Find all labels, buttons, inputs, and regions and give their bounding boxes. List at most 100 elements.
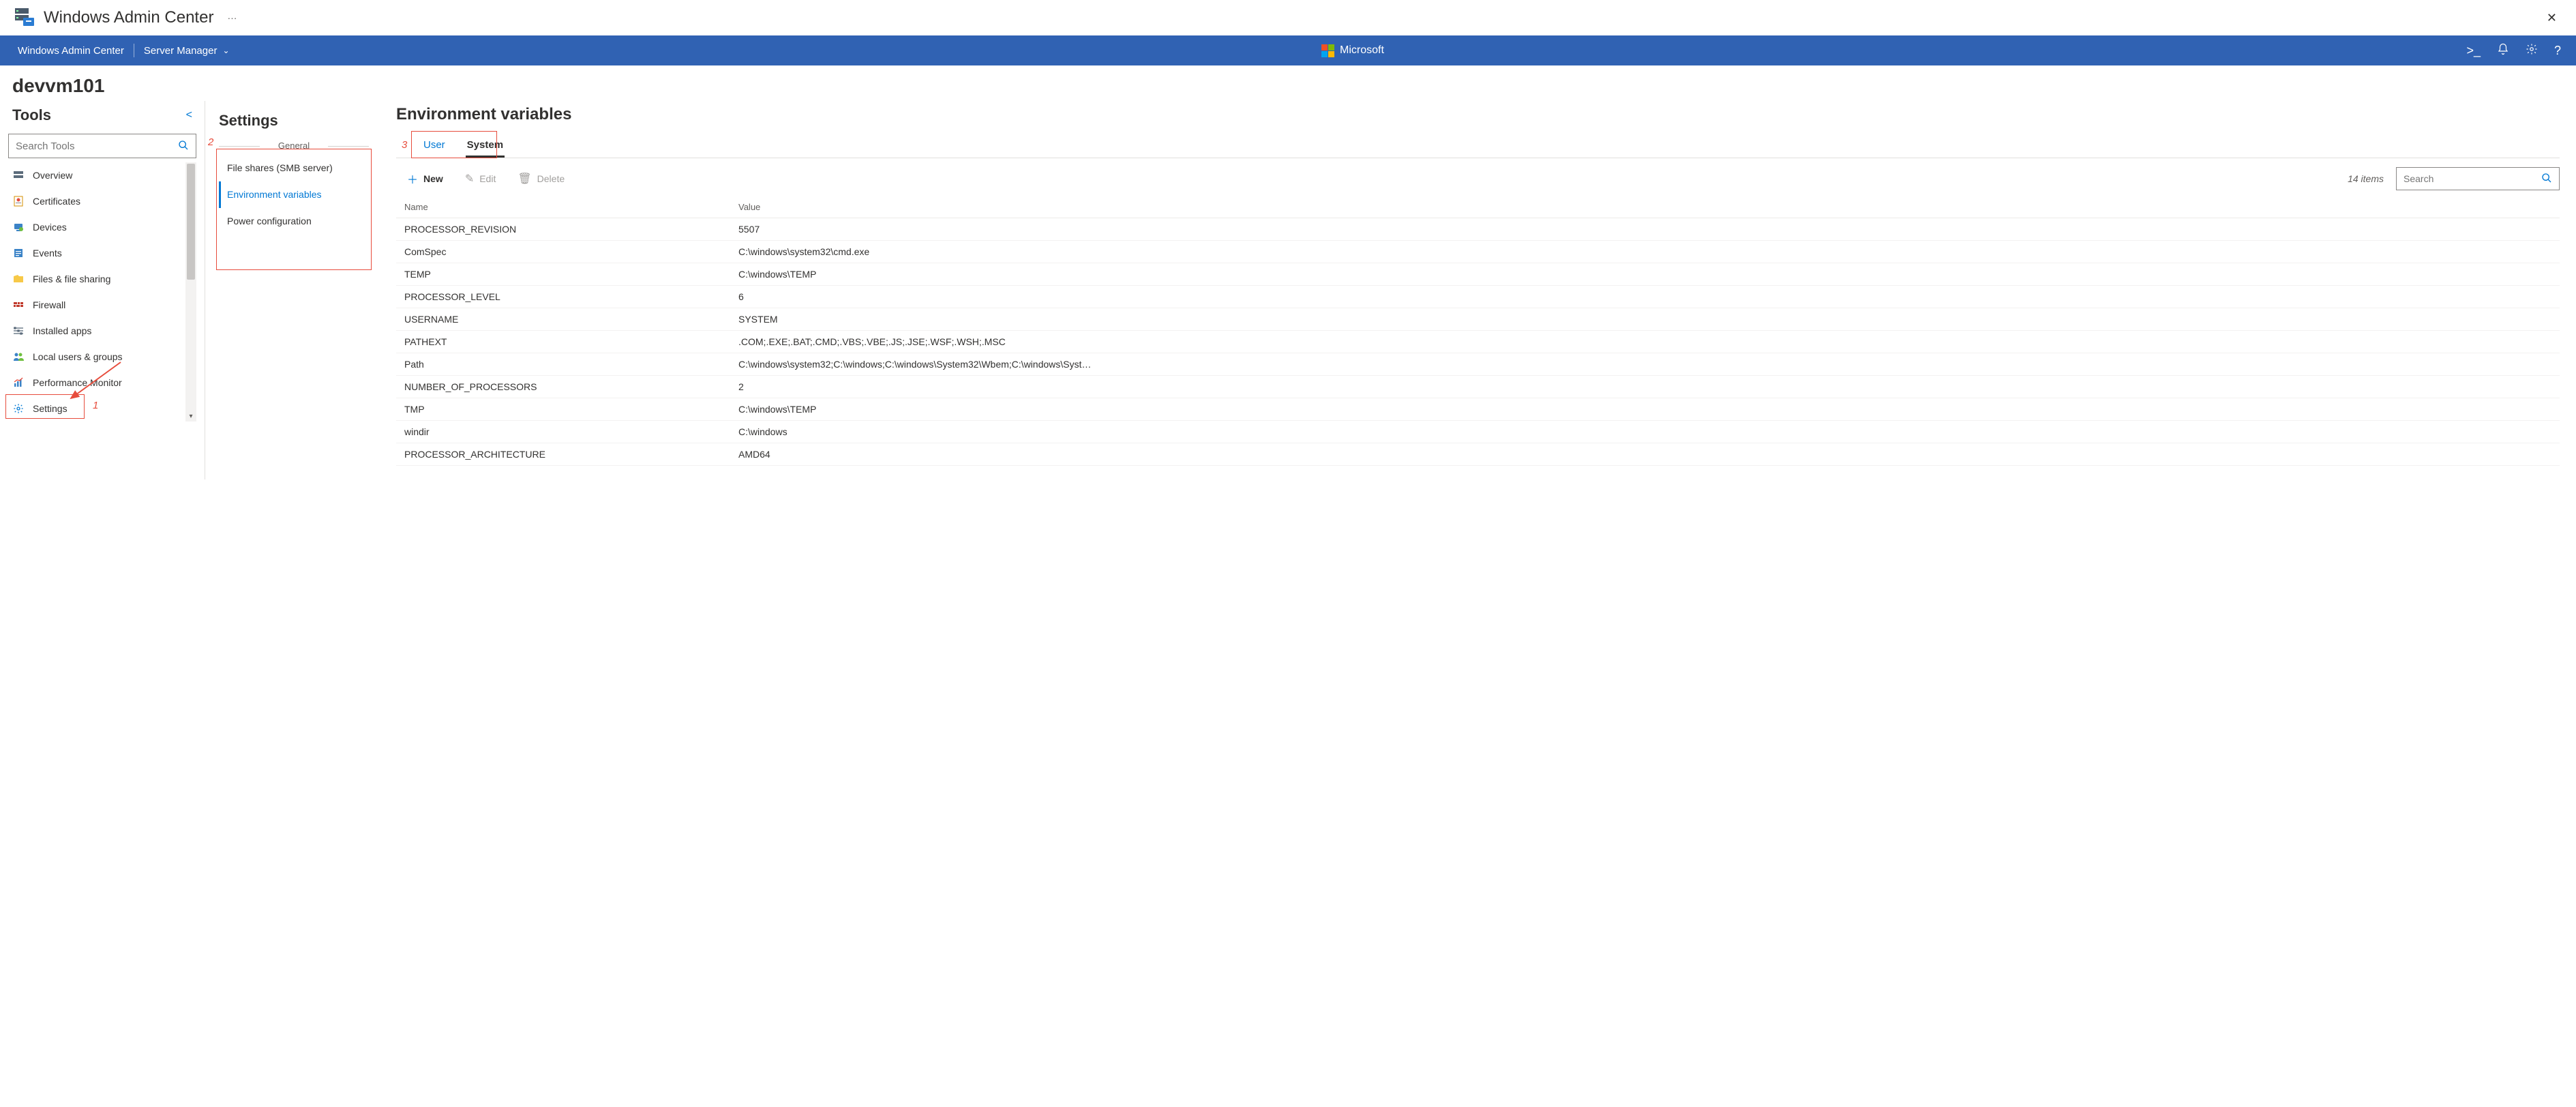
tool-certificates[interactable]: Certificates	[8, 188, 183, 214]
search-icon	[2541, 173, 2552, 186]
scrollbar-thumb[interactable]	[187, 164, 195, 280]
ms-squares-icon	[1321, 44, 1334, 57]
nav-context-label: Server Manager	[144, 45, 218, 57]
settings-item-file-shares-smb-server-[interactable]: File shares (SMB server)	[219, 155, 369, 181]
table-row[interactable]: PROCESSOR_REVISION5507	[396, 218, 2560, 241]
edit-button: ✎ Edit	[454, 168, 507, 190]
table-row[interactable]: TMPC:\windows\TEMP	[396, 398, 2560, 421]
tools-heading: Tools	[12, 106, 51, 124]
settings-group-label: General	[219, 141, 369, 151]
settings-item-environment-variables[interactable]: Environment variables	[219, 181, 369, 208]
settings-gear-icon[interactable]	[2526, 43, 2538, 59]
col-name[interactable]: Name	[396, 196, 730, 218]
page-title: Environment variables	[396, 102, 2560, 134]
apps-icon	[12, 325, 25, 337]
tool-label: Certificates	[33, 196, 80, 207]
firewall-icon	[12, 299, 25, 311]
cell-value: .COM;.EXE;.BAT;.CMD;.VBS;.VBE;.JS;.JSE;.…	[730, 331, 2560, 353]
callout-1: 1	[93, 400, 98, 411]
tool-firewall[interactable]: Firewall	[8, 292, 183, 318]
cell-name: PROCESSOR_REVISION	[396, 218, 730, 241]
nav-home-label: Windows Admin Center	[18, 45, 124, 57]
tab-strip: 3 User System	[396, 134, 2560, 158]
microsoft-logo[interactable]: Microsoft	[1321, 44, 1384, 57]
table-row[interactable]: PROCESSOR_ARCHITECTUREAMD64	[396, 443, 2560, 466]
search-icon	[178, 140, 189, 153]
chevron-down-icon: ⌄	[222, 46, 229, 55]
tool-overview[interactable]: Overview	[8, 162, 183, 188]
nav-home[interactable]: Windows Admin Center	[8, 35, 134, 65]
cell-name: PATHEXT	[396, 331, 730, 353]
table-row[interactable]: TEMPC:\windows\TEMP	[396, 263, 2560, 286]
cell-value: C:\windows	[730, 421, 2560, 443]
col-value[interactable]: Value	[730, 196, 2560, 218]
help-icon[interactable]: ?	[2554, 44, 2561, 58]
tool-label: Firewall	[33, 299, 65, 310]
delete-label: Delete	[537, 173, 565, 184]
tool-events[interactable]: Events	[8, 240, 183, 266]
tool-performance-monitor[interactable]: Performance Monitor	[8, 370, 183, 396]
chart-icon	[12, 377, 25, 389]
tool-label: Performance Monitor	[33, 377, 122, 388]
titlebar: Windows Admin Center ··· ✕	[0, 0, 2576, 35]
close-icon[interactable]: ✕	[2541, 5, 2562, 31]
cell-value: 5507	[730, 218, 2560, 241]
cell-name: TMP	[396, 398, 730, 421]
folder-icon	[12, 273, 25, 285]
cell-name: Path	[396, 353, 730, 376]
overview-icon	[12, 169, 25, 181]
tools-scrollbar[interactable]: ▾	[185, 162, 196, 422]
scroll-down-icon[interactable]: ▾	[185, 413, 196, 420]
new-button[interactable]: ＋ New	[396, 166, 454, 191]
command-bar: ＋ New ✎ Edit 🗑 Delete 14 items	[396, 158, 2560, 196]
main-content: Environment variables 3 User System ＋ Ne…	[383, 101, 2576, 479]
tool-label: Settings	[33, 403, 68, 414]
settings-item-power-configuration[interactable]: Power configuration	[219, 208, 369, 235]
plus-icon: ＋	[407, 171, 418, 187]
more-icon[interactable]: ···	[227, 12, 237, 23]
callout-3: 3	[402, 139, 407, 151]
tool-local-users-groups[interactable]: Local users & groups	[8, 344, 183, 370]
tools-search[interactable]	[8, 134, 196, 158]
trash-icon: 🗑	[518, 172, 531, 186]
pencil-icon: ✎	[465, 172, 474, 186]
cell-value: C:\windows\TEMP	[730, 398, 2560, 421]
tool-files-file-sharing[interactable]: Files & file sharing	[8, 266, 183, 292]
nav-context[interactable]: Server Manager ⌄	[134, 35, 239, 65]
tool-devices[interactable]: Devices	[8, 214, 183, 240]
table-row[interactable]: PATHEXT.COM;.EXE;.BAT;.CMD;.VBS;.VBE;.JS…	[396, 331, 2560, 353]
ms-brand-text: Microsoft	[1340, 44, 1384, 57]
cell-name: ComSpec	[396, 241, 730, 263]
cell-name: TEMP	[396, 263, 730, 286]
tool-settings[interactable]: Settings 1	[8, 396, 183, 422]
new-label: New	[423, 173, 443, 184]
app-title: Windows Admin Center	[44, 8, 213, 27]
table-row[interactable]: ComSpecC:\windows\system32\cmd.exe	[396, 241, 2560, 263]
table-search-input[interactable]	[2403, 173, 2541, 184]
cell-name: NUMBER_OF_PROCESSORS	[396, 376, 730, 398]
tools-search-input[interactable]	[16, 141, 178, 152]
table-row[interactable]: windirC:\windows	[396, 421, 2560, 443]
gear-icon	[12, 402, 25, 415]
table-row[interactable]: PROCESSOR_LEVEL6	[396, 286, 2560, 308]
cell-value: C:\windows\TEMP	[730, 263, 2560, 286]
tool-label: Files & file sharing	[33, 274, 110, 284]
collapse-chevron-icon[interactable]: <	[186, 109, 192, 121]
item-count: 14 items	[2348, 173, 2384, 184]
table-row[interactable]: NUMBER_OF_PROCESSORS2	[396, 376, 2560, 398]
tool-label: Devices	[33, 222, 67, 233]
tool-installed-apps[interactable]: Installed apps	[8, 318, 183, 344]
table-search[interactable]	[2396, 167, 2560, 190]
powershell-icon[interactable]: >_	[2466, 44, 2481, 58]
table-row[interactable]: USERNAMESYSTEM	[396, 308, 2560, 331]
host-name: devvm101	[0, 65, 2576, 101]
cell-name: USERNAME	[396, 308, 730, 331]
notifications-icon[interactable]	[2497, 43, 2509, 59]
tab-system-label: System	[467, 139, 503, 151]
callout-2: 2	[208, 136, 213, 148]
delete-button: 🗑 Delete	[507, 168, 575, 190]
tab-user[interactable]: User	[413, 134, 456, 158]
table-row[interactable]: PathC:\windows\system32;C:\windows;C:\wi…	[396, 353, 2560, 376]
tab-system[interactable]: System	[456, 134, 514, 158]
tool-label: Local users & groups	[33, 351, 123, 362]
